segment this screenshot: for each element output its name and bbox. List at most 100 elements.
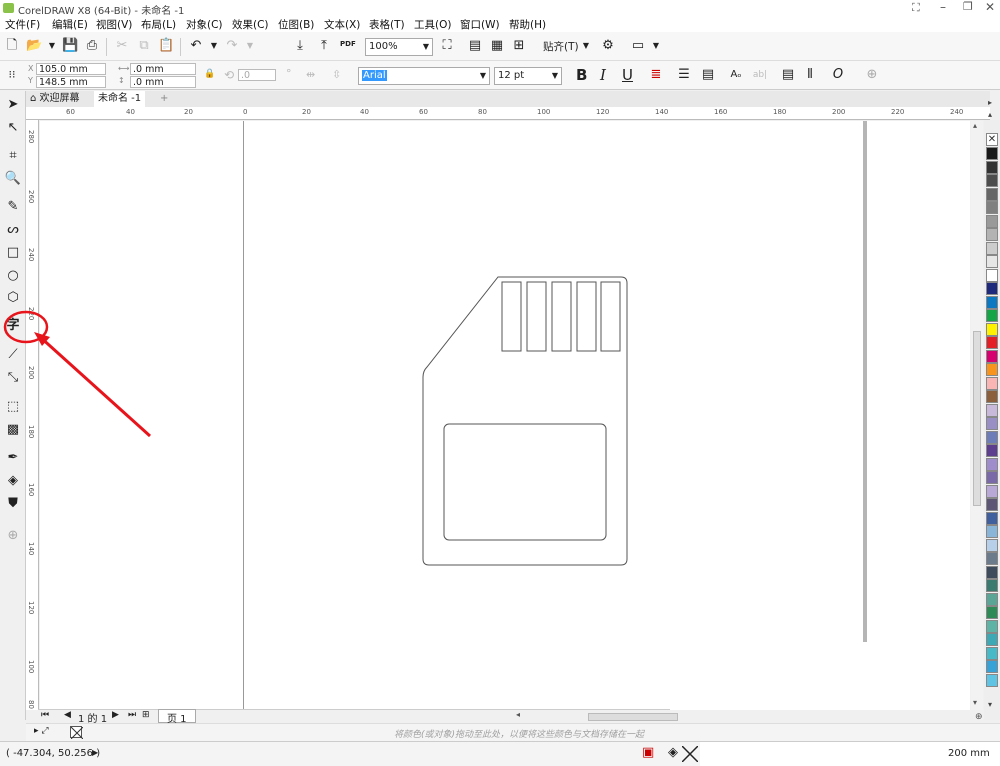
add-tab-icon[interactable]: + — [156, 91, 172, 107]
color-swatch[interactable] — [986, 282, 998, 295]
color-swatch[interactable] — [986, 633, 998, 646]
font-list-field[interactable]: Arial ▼ — [358, 67, 490, 85]
copy-icon[interactable]: ⧉ — [136, 38, 152, 54]
paste-icon[interactable]: 📋 — [158, 38, 174, 54]
color-swatch[interactable] — [986, 349, 998, 363]
show-guidelines-icon[interactable]: ⊞ — [511, 38, 527, 54]
contact-pin-5[interactable] — [600, 281, 621, 352]
menu-effects[interactable]: 效果(C) — [232, 17, 269, 32]
color-swatch[interactable] — [986, 579, 998, 592]
status-expand-icon[interactable]: ▶ — [92, 748, 98, 757]
restore-button[interactable]: ❐ — [963, 0, 973, 13]
color-swatch[interactable] — [986, 255, 998, 268]
edit-text-icon[interactable]: ab| — [752, 67, 768, 83]
horizontal-text-icon[interactable]: ▤ — [780, 67, 796, 83]
color-swatch[interactable] — [986, 484, 998, 498]
interactive-oo-icon[interactable]: O — [830, 67, 846, 83]
color-swatch[interactable] — [986, 606, 998, 619]
vertical-scroll-thumb[interactable] — [973, 331, 981, 506]
color-swatch[interactable] — [986, 309, 998, 322]
zoom-dropdown-icon[interactable]: ▼ — [423, 39, 429, 55]
color-swatch[interactable] — [986, 457, 998, 471]
text-align-icon[interactable]: ≣ — [648, 67, 664, 83]
snap-dropdown-icon[interactable]: ▼ — [578, 38, 594, 54]
undo-dropdown-icon[interactable]: ▼ — [206, 38, 222, 54]
italic-button[interactable]: I — [600, 66, 606, 84]
color-swatch[interactable] — [986, 295, 998, 309]
scroll-down-icon[interactable]: ▾ — [973, 698, 977, 707]
y-position-field[interactable]: 148.5 mm — [36, 76, 106, 88]
first-page-icon[interactable]: ⏮ — [41, 710, 49, 720]
full-screen-icon[interactable]: ⛶ — [439, 38, 455, 54]
artistic-media-icon[interactable]: ᔕ — [4, 221, 22, 239]
color-swatch[interactable] — [986, 525, 998, 538]
menu-edit[interactable]: 编辑(E) — [52, 17, 88, 32]
zoom-level-field[interactable]: 100% ▼ — [365, 38, 433, 56]
export-icon[interactable]: ⤒ — [316, 38, 332, 54]
vertical-scrollbar[interactable]: ▴ ▾ — [971, 121, 983, 710]
vertical-text-icon[interactable]: ⫴ — [802, 67, 818, 83]
quick-customize-icon[interactable]: ⊕ — [864, 67, 880, 83]
color-swatch[interactable] — [986, 511, 998, 525]
color-swatch[interactable] — [986, 471, 998, 484]
menu-text[interactable]: 文本(X) — [324, 17, 360, 32]
show-grid-icon[interactable]: ▦ — [489, 38, 505, 54]
lock-ratio-icon[interactable]: 🔒 — [204, 69, 215, 79]
color-swatch[interactable] — [986, 376, 998, 390]
color-swatch[interactable] — [986, 673, 998, 687]
height-field[interactable]: .0 mm — [130, 76, 196, 88]
new-document-icon[interactable]: 🗋 — [4, 38, 20, 54]
eyedropper-tool-icon[interactable]: ✒ — [4, 449, 22, 467]
drop-cap-icon[interactable]: ▤ — [700, 67, 716, 83]
horizontal-scroll-thumb[interactable] — [588, 713, 678, 721]
color-swatch[interactable] — [986, 646, 998, 660]
sd-card-drawing[interactable] — [40, 121, 970, 710]
palette-scroll-up-icon[interactable]: ▴ — [988, 110, 992, 119]
color-swatch[interactable] — [986, 336, 998, 349]
color-swatch[interactable] — [986, 228, 998, 241]
save-icon[interactable]: 💾 — [62, 38, 78, 54]
launcher-dropdown-icon[interactable]: ▼ — [648, 38, 664, 54]
zoom-tool-icon[interactable]: 🔍 — [4, 170, 22, 188]
ellipse-tool-icon[interactable]: ○ — [4, 267, 22, 285]
pick-tool-icon[interactable]: ➤ — [4, 96, 22, 114]
size-dropdown-icon[interactable]: ▼ — [552, 68, 558, 84]
scroll-left-icon[interactable]: ◂ — [516, 710, 520, 719]
color-swatch[interactable] — [986, 241, 998, 255]
drawing-canvas[interactable] — [40, 121, 970, 710]
smart-fill-icon[interactable]: ⛊ — [4, 495, 22, 513]
color-swatch[interactable] — [986, 417, 998, 430]
text-properties-icon[interactable]: Aₒ — [728, 67, 744, 83]
tab-welcome-screen[interactable]: ⌂ 欢迎屏幕 — [26, 91, 84, 107]
tab-document[interactable]: 未命名 -1 — [94, 91, 146, 107]
cut-icon[interactable]: ✂ — [114, 38, 130, 54]
color-swatch[interactable] — [986, 214, 998, 228]
object-origin-icon[interactable]: ⁝⁝ — [4, 67, 20, 83]
menu-table[interactable]: 表格(T) — [369, 17, 405, 32]
palette-flyout-icon[interactable]: ▸ — [988, 98, 992, 107]
add-tool-icon[interactable]: ⊕ — [4, 527, 22, 545]
color-swatch[interactable] — [986, 160, 998, 174]
font-size-field[interactable]: 12 pt ▼ — [494, 67, 562, 85]
color-swatch[interactable] — [986, 390, 998, 403]
publish-pdf-icon[interactable]: PDF — [340, 40, 356, 48]
last-page-icon[interactable]: ⏭ — [128, 710, 136, 720]
rectangle-tool-icon[interactable]: □ — [4, 244, 22, 262]
mirror-horizontal-icon[interactable]: ⇹ — [306, 68, 315, 81]
menu-tools[interactable]: 工具(O) — [414, 17, 451, 32]
color-swatch[interactable] — [986, 322, 998, 336]
color-swatch[interactable] — [986, 565, 998, 579]
color-swatch[interactable] — [986, 444, 998, 457]
color-swatch[interactable] — [986, 403, 998, 417]
no-fill-swatch[interactable] — [70, 726, 84, 740]
add-page-icon[interactable]: ⊞ — [142, 710, 150, 720]
color-swatch[interactable] — [986, 498, 998, 511]
prev-page-icon[interactable]: ◀ — [64, 710, 71, 720]
redo-icon[interactable]: ↷ — [224, 38, 240, 54]
open-folder-icon[interactable]: 📂 — [26, 38, 42, 54]
docker-arrow-icon[interactable]: ▸ ⤢ — [34, 726, 49, 736]
show-rulers-icon[interactable]: ▤ — [467, 38, 483, 54]
no-outline-indicator-icon[interactable] — [681, 745, 699, 763]
color-swatch[interactable] — [986, 538, 998, 552]
color-swatch[interactable] — [986, 268, 998, 282]
